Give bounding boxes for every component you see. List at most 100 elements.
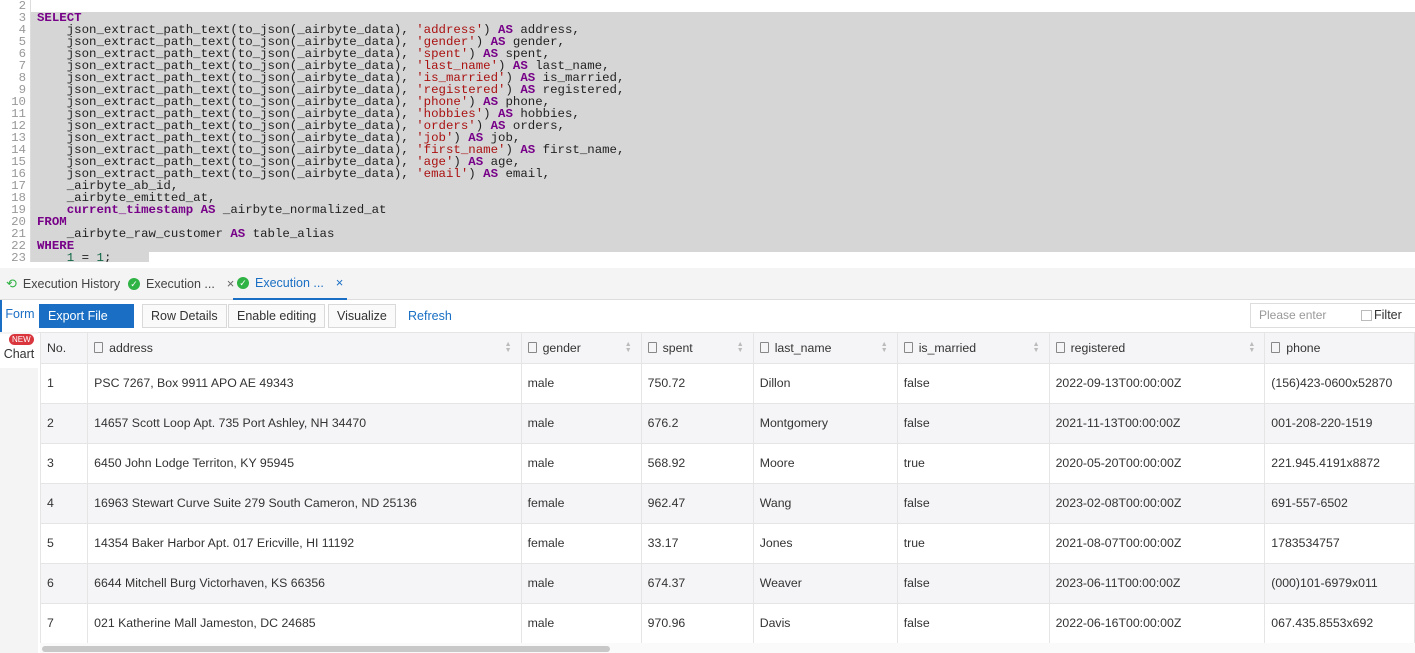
- cell-registered[interactable]: 2020-05-20T00:00:00Z: [1049, 443, 1266, 484]
- cell-address[interactable]: 021 Katherine Mall Jameston, DC 24685: [87, 603, 522, 643]
- cell-address[interactable]: 6450 John Lodge Territon, KY 95945: [87, 443, 522, 484]
- table-row[interactable]: 7 021 Katherine Mall Jameston, DC 24685 ma…: [41, 603, 1415, 643]
- chart-view-button[interactable]: NEW Chart: [0, 334, 38, 368]
- code-line[interactable]: 23 1 = 1;: [0, 252, 1415, 262]
- row-details-button[interactable]: Row Details: [142, 304, 227, 328]
- cell-gender[interactable]: male: [521, 603, 642, 643]
- cell-last_name[interactable]: Weaver: [753, 563, 898, 604]
- code-line[interactable]: 19 current_timestamp AS _airbyte_normali…: [0, 204, 1415, 216]
- table-row[interactable]: 6 6644 Mitchell Burg Victorhaven, KS 6635…: [41, 563, 1415, 604]
- cell-address[interactable]: PSC 7267, Box 9911 APO AE 49343: [87, 363, 522, 404]
- table-row[interactable]: 5 14354 Baker Harbor Apt. 017 Ericville, …: [41, 523, 1415, 564]
- cell-spent[interactable]: 568.92: [641, 443, 754, 484]
- cell-phone[interactable]: 001-208-220-1519: [1264, 403, 1415, 444]
- cell-last_name[interactable]: Davis: [753, 603, 898, 643]
- cell-registered[interactable]: 2023-06-11T00:00:00Z: [1049, 563, 1266, 604]
- sort-icon[interactable]: ▲ ▼: [1248, 341, 1255, 354]
- cell-no[interactable]: 5: [41, 523, 89, 564]
- cell-gender[interactable]: male: [521, 443, 642, 484]
- column-header-no[interactable]: No.: [41, 333, 89, 364]
- column-title: address: [109, 340, 153, 355]
- cell-spent[interactable]: 970.96: [641, 603, 754, 643]
- sql-editor[interactable]: 2 3 SELECT 4 json_extract_path_text(to_json…: [0, 0, 1415, 262]
- cell-is_married[interactable]: true: [897, 443, 1050, 484]
- cell-last_name[interactable]: Dillon: [753, 363, 898, 404]
- sort-icon[interactable]: ▲ ▼: [625, 341, 632, 354]
- cell-address[interactable]: 14657 Scott Loop Apt. 735 Port Ashley, N…: [87, 403, 522, 444]
- cell-phone[interactable]: 221.945.4191x8872: [1264, 443, 1415, 484]
- cell-phone[interactable]: 691-557-6502: [1264, 483, 1415, 524]
- cell-spent[interactable]: 962.47: [641, 483, 754, 524]
- cell-is_married[interactable]: false: [897, 483, 1050, 524]
- cell-gender[interactable]: male: [521, 363, 642, 404]
- visualize-button[interactable]: Visualize: [328, 304, 396, 328]
- cell-gender[interactable]: female: [521, 523, 642, 564]
- sort-icon[interactable]: ▲ ▼: [1033, 341, 1040, 354]
- tab-execution-2[interactable]: ✓ Execution ... ×: [233, 267, 348, 300]
- code-line[interactable]: 22 WHERE: [0, 240, 1415, 252]
- filter-checkbox[interactable]: Filter: [1361, 303, 1402, 328]
- refresh-link[interactable]: Refresh: [408, 304, 452, 328]
- cell-gender[interactable]: female: [521, 483, 642, 524]
- cell-no[interactable]: 4: [41, 483, 89, 524]
- tab-execution-1[interactable]: ✓ Execution ... ×: [128, 268, 234, 300]
- cell-no[interactable]: 1: [41, 363, 89, 404]
- table-row[interactable]: 4 16963 Stewart Curve Suite 279 South Cam…: [41, 483, 1415, 524]
- cell-last_name[interactable]: Jones: [753, 523, 898, 564]
- cell-address[interactable]: 16963 Stewart Curve Suite 279 South Came…: [87, 483, 522, 524]
- column-header-registered[interactable]: registered ▲ ▼: [1049, 333, 1266, 364]
- cell-registered[interactable]: 2023-02-08T00:00:00Z: [1049, 483, 1266, 524]
- table-row[interactable]: 2 14657 Scott Loop Apt. 735 Port Ashley, …: [41, 403, 1415, 444]
- code-line[interactable]: 2: [0, 0, 1415, 12]
- cell-spent[interactable]: 676.2: [641, 403, 754, 444]
- cell-registered[interactable]: 2021-08-07T00:00:00Z: [1049, 523, 1266, 564]
- table-row[interactable]: 1 PSC 7267, Box 9911 APO AE 49343 male 750.…: [41, 363, 1415, 404]
- cell-no[interactable]: 3: [41, 443, 89, 484]
- code-token: AS: [520, 143, 536, 157]
- cell-spent[interactable]: 674.37: [641, 563, 754, 604]
- cell-last_name[interactable]: Wang: [753, 483, 898, 524]
- column-header-gender[interactable]: gender ▲ ▼: [521, 333, 642, 364]
- column-header-phone[interactable]: phone: [1264, 333, 1415, 364]
- cell-last_name[interactable]: Moore: [753, 443, 898, 484]
- cell-no[interactable]: 7: [41, 603, 89, 643]
- table-row[interactable]: 3 6450 John Lodge Territon, KY 95945 male 5…: [41, 443, 1415, 484]
- close-icon[interactable]: ×: [336, 267, 344, 299]
- scrollbar-thumb[interactable]: [42, 646, 610, 652]
- cell-address[interactable]: 6644 Mitchell Burg Victorhaven, KS 66356: [87, 563, 522, 604]
- column-header-is_married[interactable]: is_married ▲ ▼: [897, 333, 1050, 364]
- cell-phone[interactable]: 067.435.8553x692: [1264, 603, 1415, 643]
- sort-icon[interactable]: ▲ ▼: [881, 341, 888, 354]
- cell-is_married[interactable]: false: [897, 563, 1050, 604]
- column-header-spent[interactable]: spent ▲ ▼: [641, 333, 754, 364]
- cell-phone[interactable]: (156)423-0600x52870: [1264, 363, 1415, 404]
- export-file-button[interactable]: Export File ⌵: [39, 304, 134, 345]
- enable-editing-button[interactable]: Enable editing: [228, 304, 326, 328]
- cell-phone[interactable]: (000)101-6979x011: [1264, 563, 1415, 604]
- column-header-last_name[interactable]: last_name ▲ ▼: [753, 333, 898, 364]
- cell-registered[interactable]: 2021-11-13T00:00:00Z: [1049, 403, 1266, 444]
- cell-is_married[interactable]: true: [897, 523, 1050, 564]
- column-header-address[interactable]: address ▲ ▼: [87, 333, 522, 364]
- code-line[interactable]: 16 json_extract_path_text(to_json(_airby…: [0, 168, 1415, 180]
- cell-gender[interactable]: male: [521, 563, 642, 604]
- horizontal-scrollbar[interactable]: [40, 643, 1415, 653]
- cell-spent[interactable]: 750.72: [641, 363, 754, 404]
- cell-registered[interactable]: 2022-09-13T00:00:00Z: [1049, 363, 1266, 404]
- cell-last_name[interactable]: Montgomery: [753, 403, 898, 444]
- code-line[interactable]: 21 _airbyte_raw_customer AS table_alias: [0, 228, 1415, 240]
- cell-no[interactable]: 2: [41, 403, 89, 444]
- cell-is_married[interactable]: false: [897, 603, 1050, 643]
- tab-execution-history[interactable]: ⟲ Execution History: [6, 268, 120, 300]
- cell-address[interactable]: 14354 Baker Harbor Apt. 017 Ericville, H…: [87, 523, 522, 564]
- cell-no[interactable]: 6: [41, 563, 89, 604]
- cell-is_married[interactable]: false: [897, 403, 1050, 444]
- cell-phone[interactable]: 1783534757: [1264, 523, 1415, 564]
- sort-icon[interactable]: ▲ ▼: [505, 341, 512, 354]
- cell-is_married[interactable]: false: [897, 363, 1050, 404]
- cell-registered[interactable]: 2022-06-16T00:00:00Z: [1049, 603, 1266, 643]
- sort-icon[interactable]: ▲ ▼: [737, 341, 744, 354]
- form-view-button[interactable]: Form: [0, 300, 38, 332]
- cell-gender[interactable]: male: [521, 403, 642, 444]
- cell-spent[interactable]: 33.17: [641, 523, 754, 564]
